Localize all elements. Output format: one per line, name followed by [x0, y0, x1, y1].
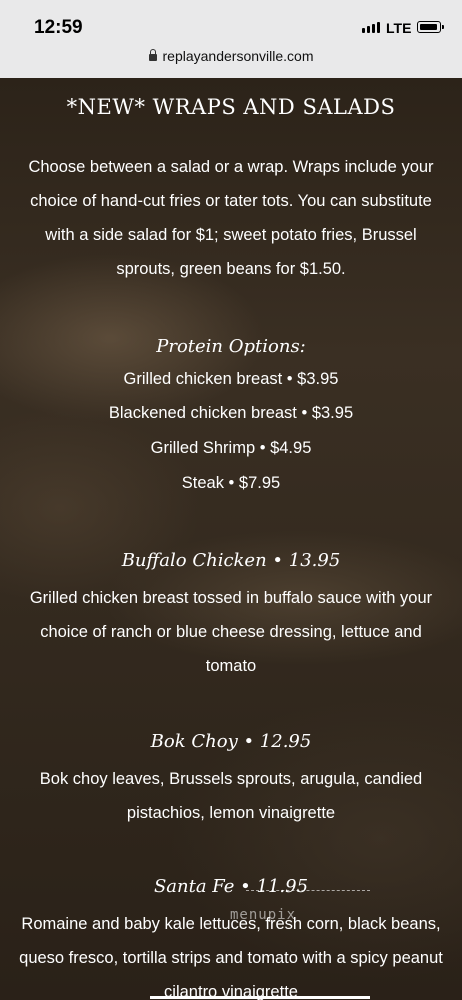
battery-icon — [417, 21, 444, 33]
menu-item-title: Santa Fe • 11.95 — [153, 876, 309, 897]
menu-item-description: Bok choy leaves, Brussels sprouts, arugu… — [39, 770, 423, 822]
divider — [246, 890, 370, 891]
menu-item-description: Grilled chicken breast tossed in buffalo… — [29, 589, 433, 675]
url-text[interactable]: replayandersonville.com — [163, 48, 314, 64]
menu-item-title: Buffalo Chicken • 13.95 — [121, 550, 341, 571]
network-label: LTE — [386, 20, 412, 36]
status-time: 12:59 — [34, 17, 83, 38]
lock-icon — [148, 49, 157, 61]
menu-content: *NEW* WRAPS AND SALADS Choose between a … — [0, 78, 462, 1000]
underline-mark — [150, 996, 370, 999]
status-bar: 12:59 LTE replayandersonville.com — [0, 0, 462, 78]
watermark: menupix — [230, 907, 297, 923]
protein-options-title: Protein Options: — [156, 336, 306, 357]
protein-option: Blackened chicken breast • $3.95 — [108, 404, 354, 422]
protein-option: Grilled chicken breast • $3.95 — [123, 370, 339, 388]
intro-text: Choose between a salad or a wrap. Wraps … — [28, 158, 434, 278]
section-heading: *NEW* WRAPS AND SALADS — [66, 95, 396, 119]
signal-icon — [362, 22, 380, 33]
protein-option: Grilled Shrimp • $4.95 — [150, 439, 312, 457]
address-bar[interactable]: replayandersonville.com — [0, 48, 462, 64]
protein-option: Steak • $7.95 — [181, 474, 281, 492]
menu-item-title: Bok Choy • 12.95 — [150, 731, 312, 752]
